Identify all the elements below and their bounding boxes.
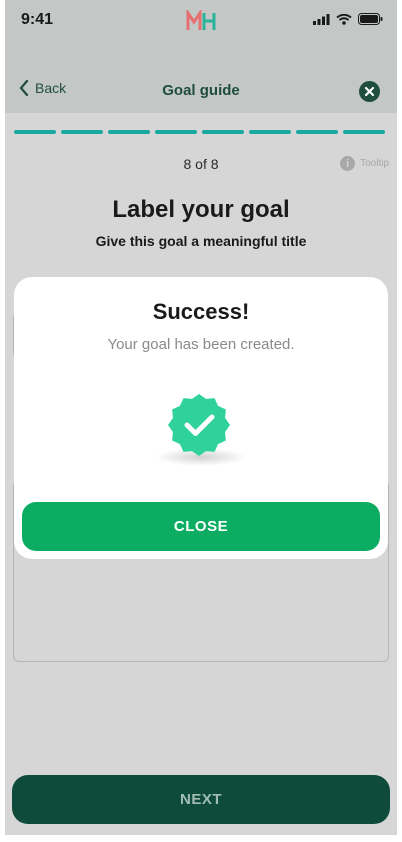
close-button[interactable]: CLOSE	[22, 502, 380, 551]
status-time: 9:41	[21, 11, 54, 28]
status-bar: 9:41	[5, 0, 397, 44]
step-indicator: 8 of 8	[183, 156, 219, 172]
progress-segment	[296, 130, 338, 134]
progress-segment	[155, 130, 197, 134]
modal-title: Success!	[152, 299, 250, 324]
close-icon	[364, 86, 375, 97]
battery-icon	[358, 13, 383, 25]
progress-bar	[14, 130, 385, 134]
page-title: Goal guide	[162, 82, 240, 99]
close-guide-button[interactable]	[359, 81, 380, 102]
page-heading: Label your goal	[112, 196, 290, 223]
tooltip-label: Tooltip	[360, 158, 389, 169]
tooltip-button[interactable]: i Tooltip	[340, 156, 389, 171]
nav-header: Back Goal guide	[5, 44, 397, 113]
app-screen: 9:41 Back Goal guide 8 of 8 i Tooltip La…	[5, 0, 397, 835]
signal-icon	[313, 13, 330, 25]
check-badge-icon	[168, 394, 230, 456]
status-icons	[313, 13, 383, 25]
progress-segment	[202, 130, 244, 134]
progress-segment	[61, 130, 103, 134]
success-modal: Success! Your goal has been created. CLO…	[14, 277, 388, 559]
progress-segment	[14, 130, 56, 134]
info-icon: i	[340, 156, 356, 171]
app-logo	[186, 10, 216, 30]
next-button[interactable]: NEXT	[12, 775, 390, 824]
page-subheading: Give this goal a meaningful title	[95, 233, 307, 249]
modal-message: Your goal has been created.	[107, 336, 295, 353]
progress-segment	[343, 130, 385, 134]
wifi-icon	[336, 13, 352, 25]
progress-segment	[249, 130, 291, 134]
progress-segment	[108, 130, 150, 134]
